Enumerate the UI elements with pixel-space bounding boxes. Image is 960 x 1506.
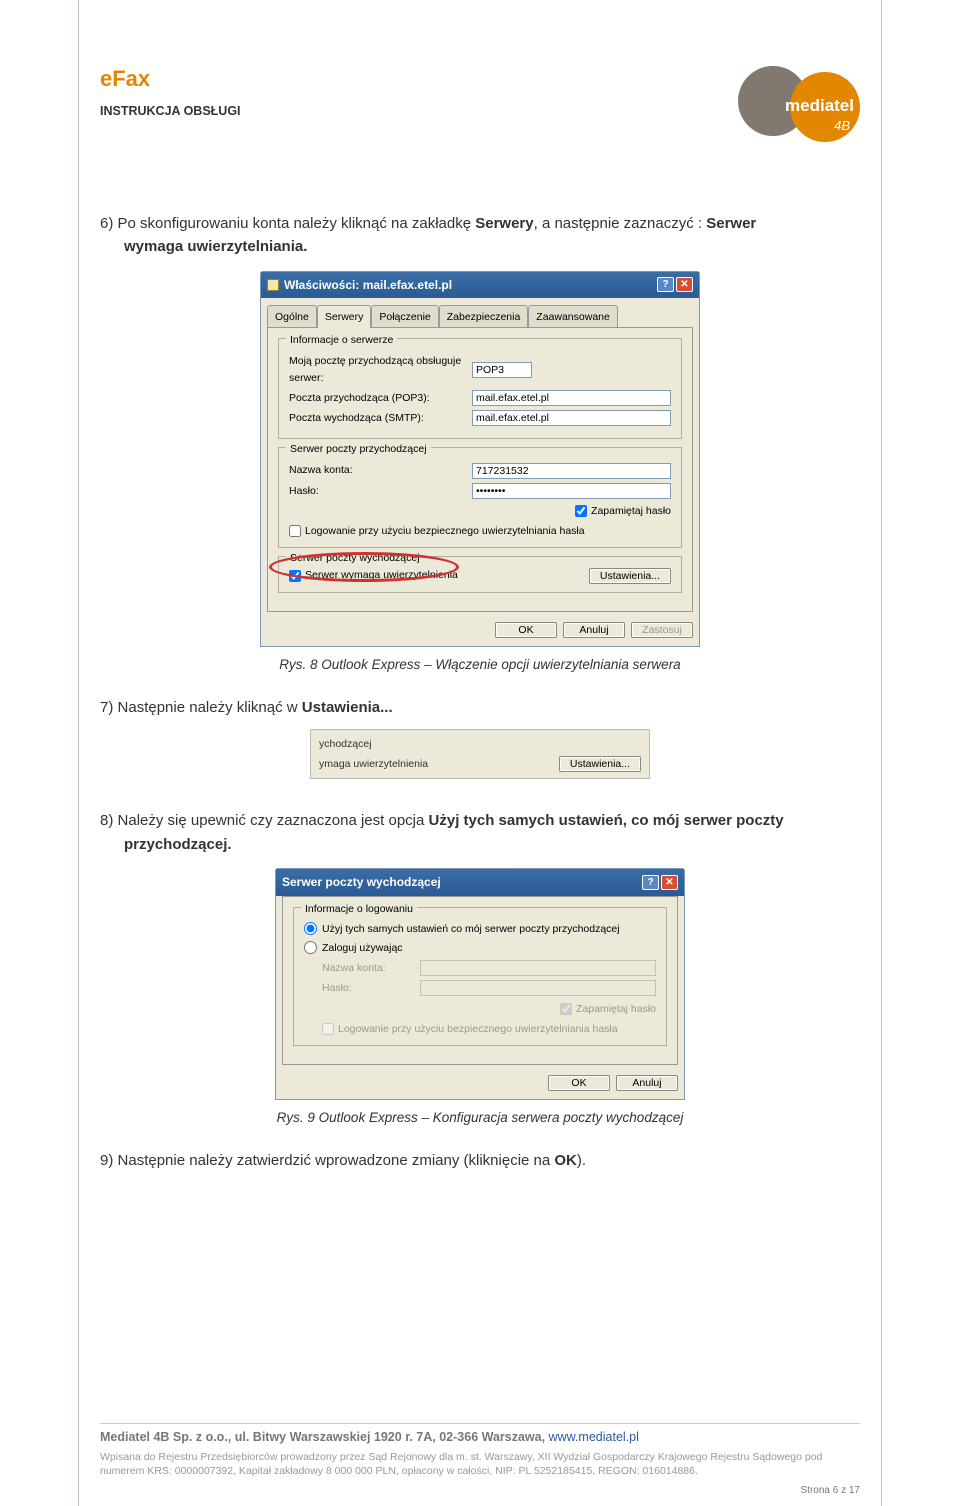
dialog3-title: Serwer poczty wychodzącej [282, 873, 441, 892]
step8-text: 8) Należy się upewnić czy zaznaczona jes… [100, 809, 860, 856]
dialog-titlebar[interactable]: Właściwości: mail.efax.etel.pl ? ✕ [261, 272, 699, 299]
password-field[interactable] [472, 483, 671, 499]
pop3-label: Poczta przychodząca (POP3): [289, 390, 464, 406]
server-type-field[interactable] [472, 362, 532, 378]
dialog3-titlebar[interactable]: Serwer poczty wychodzącej ? ✕ [276, 869, 684, 896]
step7-text: 7) Następnie należy kliknąć w Ustawienia… [100, 696, 860, 719]
snippet-image: ychodzącej ymaga uwierzytelnienia Ustawi… [310, 729, 650, 780]
d3-remember-checkbox [560, 1003, 572, 1015]
footer-legal: Wpisana do Rejestru Przedsiębiorców prow… [100, 1450, 860, 1478]
logo: mediatel 4B [710, 66, 860, 166]
remember-password-checkbox[interactable] [575, 505, 587, 517]
tab-security[interactable]: Zabezpieczenia [439, 305, 529, 328]
tab-bar: Ogólne Serwery Połączenie Zabezpieczenia… [261, 298, 699, 327]
spa-checkbox[interactable] [289, 525, 301, 537]
ok-button[interactable]: OK [495, 622, 557, 638]
close-icon[interactable]: ✕ [661, 875, 678, 890]
tab-general[interactable]: Ogólne [267, 305, 317, 328]
d3-account-field [420, 960, 656, 976]
page-margin-left [78, 0, 79, 1506]
step9-text: 9) Następnie należy zatwierdzić wprowadz… [100, 1149, 860, 1172]
outgoing-server-group: Serwer poczty wychodzącej Serwer wymaga … [278, 556, 682, 592]
brand-subtitle: INSTRUKCJA OBSŁUGI [100, 104, 241, 118]
d3-ok-button[interactable]: OK [548, 1075, 610, 1091]
d3-account-label: Nazwa konta: [322, 960, 412, 976]
server-requires-auth-checkbox[interactable] [289, 570, 301, 582]
servers-pane: Informacje o serwerze Moją pocztę przych… [267, 327, 693, 611]
apply-button[interactable]: Zastosuj [631, 622, 693, 638]
tab-connection[interactable]: Połączenie [371, 305, 438, 328]
close-icon[interactable]: ✕ [676, 277, 693, 292]
footer-link[interactable]: www.mediatel.pl [549, 1430, 639, 1444]
smtp-field[interactable] [472, 410, 671, 426]
help-icon[interactable]: ? [657, 277, 674, 292]
figure9-caption: Rys. 9 Outlook Express – Konfiguracja se… [100, 1108, 860, 1129]
server-info-group: Informacje o serwerze Moją pocztę przych… [278, 338, 682, 439]
page-number: Strona 6 z 17 [801, 1485, 860, 1496]
smtp-label: Poczta wychodząca (SMTP): [289, 410, 464, 426]
tab-servers[interactable]: Serwery [317, 305, 372, 328]
footer-address: Mediatel 4B Sp. z o.o., ul. Bitwy Warsza… [100, 1430, 549, 1444]
cancel-button[interactable]: Anuluj [563, 622, 625, 638]
tab-advanced[interactable]: Zaawansowane [528, 305, 618, 328]
logon-info-group: Informacje o logowaniu Użyj tych samych … [293, 907, 667, 1047]
incoming-server-group: Serwer poczty przychodzącej Nazwa konta:… [278, 447, 682, 548]
logo-text: mediatel [785, 96, 854, 116]
snippet-settings-button[interactable]: Ustawienia... [559, 756, 641, 772]
settings-button[interactable]: Ustawienia... [589, 568, 671, 584]
d3-cancel-button[interactable]: Anuluj [616, 1075, 678, 1091]
properties-dialog: Właściwości: mail.efax.etel.pl ? ✕ Ogóln… [260, 271, 700, 647]
d3-spa-checkbox [322, 1023, 334, 1035]
help-icon[interactable]: ? [642, 875, 659, 890]
account-name-label: Nazwa konta: [289, 462, 464, 478]
figure8-caption: Rys. 8 Outlook Express – Włączenie opcji… [100, 655, 860, 676]
pop3-field[interactable] [472, 390, 671, 406]
d3-password-field [420, 980, 656, 996]
header: eFax INSTRUKCJA OBSŁUGI mediatel 4B [100, 66, 860, 166]
account-name-field[interactable] [472, 463, 671, 479]
outgoing-server-dialog: Serwer poczty wychodzącej ? ✕ Informacje… [275, 868, 685, 1100]
page-margin-right [881, 0, 882, 1506]
d3-password-label: Hasło: [322, 980, 412, 996]
logo-sub: 4B [834, 118, 850, 133]
logon-using-radio[interactable] [304, 941, 317, 954]
dialog-title: Właściwości: mail.efax.etel.pl [284, 276, 452, 295]
window-icon [267, 279, 279, 291]
incoming-handled-by-label: Moją pocztę przychodzącą obsługuje serwe… [289, 353, 464, 386]
password-label: Hasło: [289, 483, 464, 499]
same-settings-radio[interactable] [304, 922, 317, 935]
step6-text: 6) Po skonfigurowaniu konta należy klikn… [100, 212, 860, 259]
content: 6) Po skonfigurowaniu konta należy klikn… [100, 212, 860, 1182]
brand-title: eFax [100, 66, 241, 92]
footer: Mediatel 4B Sp. z o.o., ul. Bitwy Warsza… [100, 1417, 860, 1478]
